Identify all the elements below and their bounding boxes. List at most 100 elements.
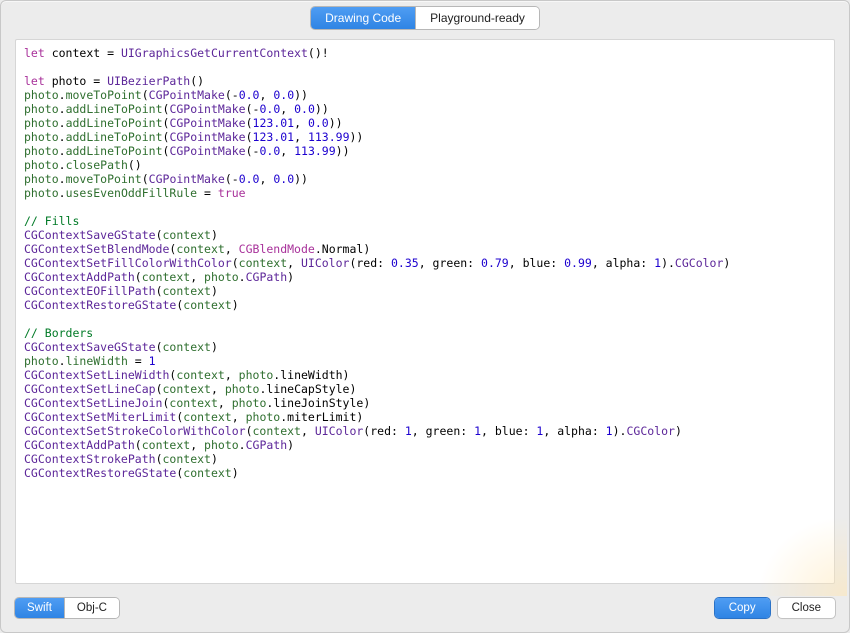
- code-token: 0.0: [308, 116, 329, 130]
- code-token: ): [363, 242, 370, 256]
- code-token: .: [59, 88, 66, 102]
- code-token: .: [59, 130, 66, 144]
- code-token: CGPointMake: [149, 88, 225, 102]
- code-token: ,: [218, 396, 232, 410]
- tab-drawing-code[interactable]: Drawing Code: [311, 7, 415, 29]
- tab-objc[interactable]: Obj-C: [64, 598, 119, 618]
- code-token: context: [183, 466, 231, 480]
- code-token: CGColor: [675, 256, 723, 270]
- code-token: CGBlendMode: [239, 242, 315, 256]
- code-token: photo: [24, 130, 59, 144]
- code-token: ): [343, 368, 350, 382]
- code-token: (: [142, 88, 149, 102]
- tab-playground-ready[interactable]: Playground-ready: [415, 7, 539, 29]
- code-token: photo: [246, 410, 281, 424]
- code-token: ): [723, 256, 730, 270]
- code-token: context: [142, 438, 190, 452]
- code-token: context: [163, 452, 211, 466]
- code-token: ): [287, 270, 294, 284]
- code-token: photo: [24, 186, 59, 200]
- code-token: UIGraphicsGetCurrentContext: [121, 46, 308, 60]
- code-token: (-: [225, 88, 239, 102]
- code-token: context: [163, 284, 211, 298]
- code-token: )): [294, 172, 308, 186]
- code-token: 1: [405, 424, 412, 438]
- top-toolbar: Drawing Code Playground-ready: [1, 1, 849, 35]
- code-token: (: [135, 438, 142, 452]
- code-token: ): [356, 410, 363, 424]
- code-token: 0.79: [481, 256, 509, 270]
- code-token: )): [350, 130, 364, 144]
- code-token: context: [142, 270, 190, 284]
- code-token: addLineToPoint: [66, 116, 163, 130]
- close-button[interactable]: Close: [778, 598, 835, 618]
- code-token: ): [211, 228, 218, 242]
- view-mode-segmented: Drawing Code Playground-ready: [311, 7, 539, 29]
- code-token: context: [183, 410, 231, 424]
- code-token: context: [253, 424, 301, 438]
- code-token: CGColor: [626, 424, 674, 438]
- code-token: context: [169, 396, 217, 410]
- copy-button[interactable]: Copy: [715, 598, 770, 618]
- code-token: CGContextStrokePath: [24, 452, 156, 466]
- code-token: ,: [280, 102, 294, 116]
- code-token: photo: [204, 270, 239, 284]
- code-textview[interactable]: let context = UIGraphicsGetCurrentContex…: [15, 39, 835, 584]
- code-token: CGPointMake: [169, 144, 245, 158]
- code-token: context: [239, 256, 287, 270]
- code-token: lineWidth: [280, 368, 342, 382]
- code-token: 0.0: [239, 172, 260, 186]
- code-token: CGContextSetStrokeColorWithColor: [24, 424, 246, 438]
- code-token: photo: [204, 438, 239, 452]
- code-token: ,: [190, 438, 204, 452]
- code-token: (: [232, 256, 239, 270]
- code-token: Normal: [322, 242, 364, 256]
- code-token: (red:: [363, 424, 405, 438]
- code-token: ,: [190, 270, 204, 284]
- code-token: 123.01: [253, 130, 295, 144]
- code-token: 0.0: [273, 172, 294, 186]
- code-token: (-: [225, 172, 239, 186]
- code-token: , blue:: [509, 256, 564, 270]
- code-token: miterLimit: [287, 410, 356, 424]
- code-token: ): [349, 382, 356, 396]
- code-token: ): [211, 452, 218, 466]
- code-token: moveToPoint: [66, 172, 142, 186]
- code-token: photo: [24, 116, 59, 130]
- code-token: (-: [246, 102, 260, 116]
- code-token: ): [675, 424, 682, 438]
- code-token: closePath: [66, 158, 128, 172]
- code-token: (: [156, 228, 163, 242]
- code-token: CGContextSetLineWidth: [24, 368, 169, 382]
- code-token: CGPath: [246, 270, 288, 284]
- code-token: ): [287, 438, 294, 452]
- code-token: let: [24, 46, 45, 60]
- code-token: .: [59, 102, 66, 116]
- code-token: (: [246, 116, 253, 130]
- code-token: .: [59, 116, 66, 130]
- code-token: CGPointMake: [169, 130, 245, 144]
- tab-swift[interactable]: Swift: [15, 598, 64, 618]
- code-token: ,: [211, 382, 225, 396]
- code-token: (): [190, 74, 204, 88]
- code-token: CGContextSetLineCap: [24, 382, 156, 396]
- code-token: 113.99: [308, 130, 350, 144]
- code-token: CGContextSetBlendMode: [24, 242, 169, 256]
- code-token: (-: [246, 144, 260, 158]
- code-token: ,: [301, 424, 315, 438]
- code-token: let: [24, 74, 45, 88]
- code-token: addLineToPoint: [66, 130, 163, 144]
- code-token: 113.99: [294, 144, 336, 158]
- code-token: .: [59, 158, 66, 172]
- code-token: 0.99: [564, 256, 592, 270]
- language-segmented: Swift Obj-C: [15, 598, 119, 618]
- code-token: UIBezierPath: [107, 74, 190, 88]
- code-token: ): [232, 298, 239, 312]
- bottom-toolbar: Swift Obj-C Copy Close: [1, 592, 849, 632]
- code-token: UIColor: [301, 256, 349, 270]
- code-token: addLineToPoint: [66, 144, 163, 158]
- code-comment: // Fills: [24, 214, 79, 228]
- code-token: 0.0: [259, 102, 280, 116]
- code-token: ,: [294, 116, 308, 130]
- code-token: ,: [259, 88, 273, 102]
